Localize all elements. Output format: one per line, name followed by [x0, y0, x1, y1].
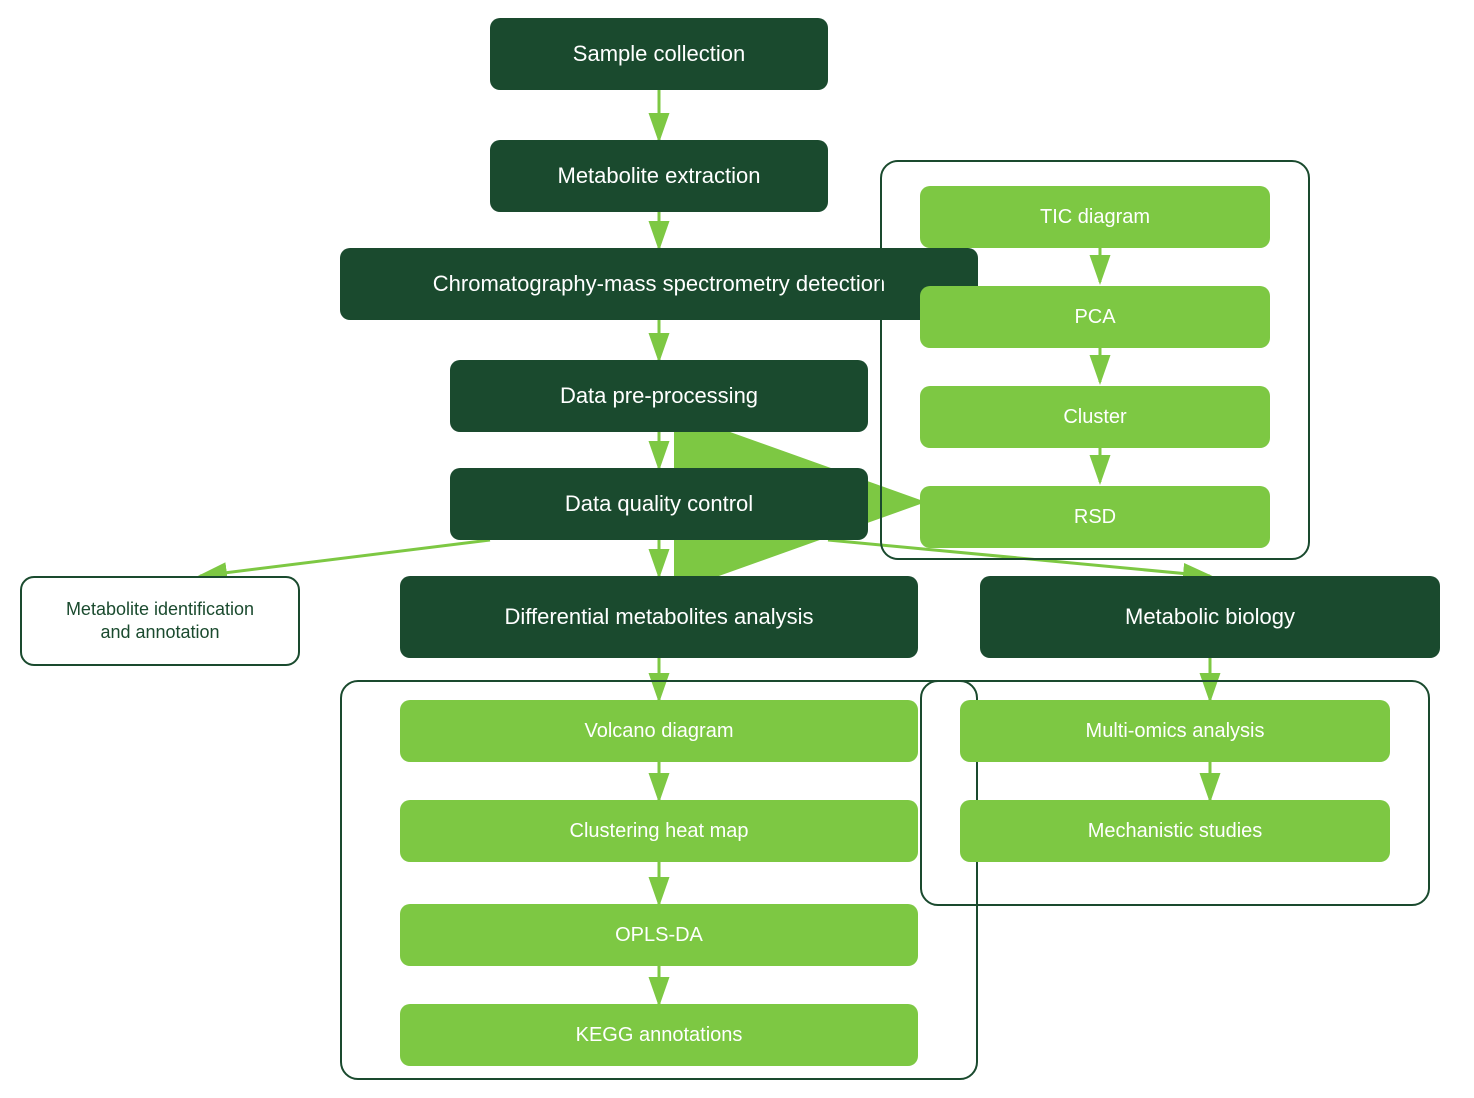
cluster-label: Cluster	[1063, 406, 1126, 429]
volcano-label: Volcano diagram	[585, 720, 734, 743]
metabolite-extraction-label: Metabolite extraction	[558, 163, 761, 189]
metabolic-biology-label: Metabolic biology	[1125, 604, 1295, 630]
multi-omics-node: Multi-omics analysis	[960, 700, 1390, 762]
multi-omics-label: Multi-omics analysis	[1086, 720, 1265, 743]
mechanistic-node: Mechanistic studies	[960, 800, 1390, 862]
metabolite-id-label: Metabolite identification and annotation	[66, 598, 254, 645]
rsd-node: RSD	[920, 486, 1270, 548]
clustering-heatmap-node: Clustering heat map	[400, 800, 918, 862]
metabolite-extraction-node: Metabolite extraction	[490, 140, 828, 212]
pca-node: PCA	[920, 286, 1270, 348]
opls-da-label: OPLS-DA	[615, 924, 703, 947]
kegg-node: KEGG annotations	[400, 1004, 918, 1066]
metabolic-biology-node: Metabolic biology	[980, 576, 1440, 658]
differential-node: Differential metabolites analysis	[400, 576, 918, 658]
data-quality-node: Data quality control	[450, 468, 868, 540]
rsd-label: RSD	[1074, 506, 1116, 529]
sample-collection-node: Sample collection	[490, 18, 828, 90]
data-preprocessing-node: Data pre-processing	[450, 360, 868, 432]
clustering-heatmap-label: Clustering heat map	[570, 820, 749, 843]
metabolite-id-node: Metabolite identification and annotation	[20, 576, 300, 666]
tic-label: TIC diagram	[1040, 206, 1150, 229]
mechanistic-label: Mechanistic studies	[1088, 820, 1263, 843]
volcano-node: Volcano diagram	[400, 700, 918, 762]
cluster-node: Cluster	[920, 386, 1270, 448]
sample-collection-label: Sample collection	[573, 41, 745, 67]
differential-label: Differential metabolites analysis	[505, 604, 814, 630]
opls-da-node: OPLS-DA	[400, 904, 918, 966]
tic-node: TIC diagram	[920, 186, 1270, 248]
kegg-label: KEGG annotations	[576, 1024, 743, 1047]
chromatography-label: Chromatography-mass spectrometry detecti…	[433, 271, 885, 297]
data-preprocessing-label: Data pre-processing	[560, 383, 758, 409]
pca-label: PCA	[1074, 306, 1115, 329]
data-quality-label: Data quality control	[565, 491, 753, 517]
